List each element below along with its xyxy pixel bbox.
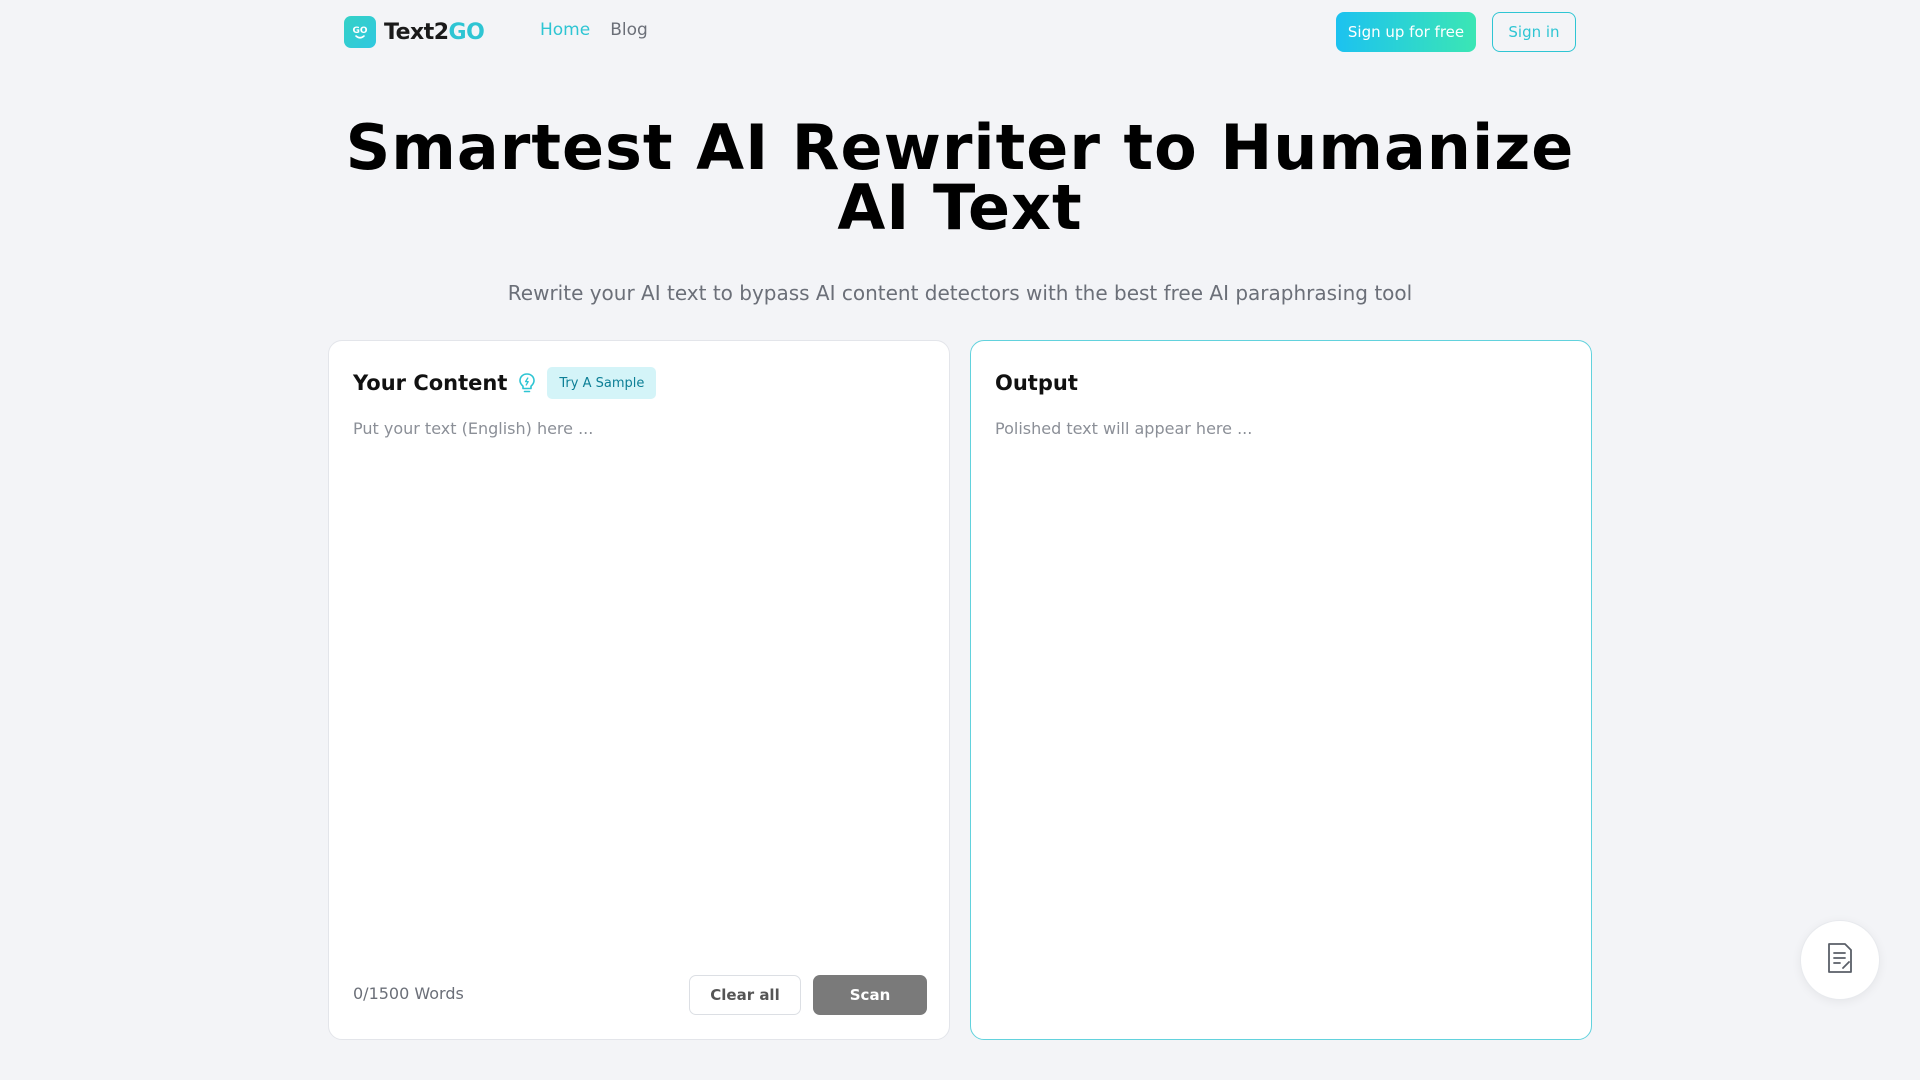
input-panel-title: Your Content [353, 371, 508, 395]
logo-mark-icon: GO [344, 16, 376, 48]
logo-text-accent: GO [448, 19, 485, 45]
logo-text: Text2GO [384, 19, 485, 45]
content-input[interactable] [353, 417, 927, 937]
clear-all-button[interactable]: Clear all [689, 975, 801, 1015]
output-panel-header: Output [995, 367, 1078, 399]
svg-text:GO: GO [352, 26, 367, 36]
nav-home-link[interactable]: Home [540, 20, 590, 40]
floating-document-button[interactable] [1800, 920, 1880, 1000]
scan-button[interactable]: Scan [813, 975, 927, 1015]
try-sample-button[interactable]: Try A Sample [547, 367, 657, 399]
document-edit-icon [1826, 942, 1854, 978]
logo-text-main: Text2 [384, 19, 449, 45]
signup-button[interactable]: Sign up for free [1336, 12, 1476, 52]
page-title: Smartest AI Rewriter to Humanize AI Text [345, 111, 1575, 244]
lightbulb-icon[interactable] [517, 371, 537, 395]
input-panel: Your Content Try A Sample 0/1500 Words C… [328, 340, 950, 1040]
output-text[interactable]: Polished text will appear here ... [995, 417, 1569, 441]
nav-blog-link[interactable]: Blog [610, 20, 648, 40]
signin-button[interactable]: Sign in [1492, 12, 1576, 52]
input-panel-header: Your Content Try A Sample [353, 367, 657, 399]
word-count: 0/1500 Words [353, 984, 464, 1003]
output-panel: Output Polished text will appear here ..… [970, 340, 1592, 1040]
output-panel-title: Output [995, 371, 1078, 395]
logo-link[interactable]: GO Text2GO [344, 16, 485, 48]
page-subtitle: Rewrite your AI text to bypass AI conten… [507, 281, 1413, 305]
main-nav: Home Blog [540, 20, 648, 40]
site-header: GO Text2GO Home Blog Sign up for free Si… [0, 0, 1920, 64]
